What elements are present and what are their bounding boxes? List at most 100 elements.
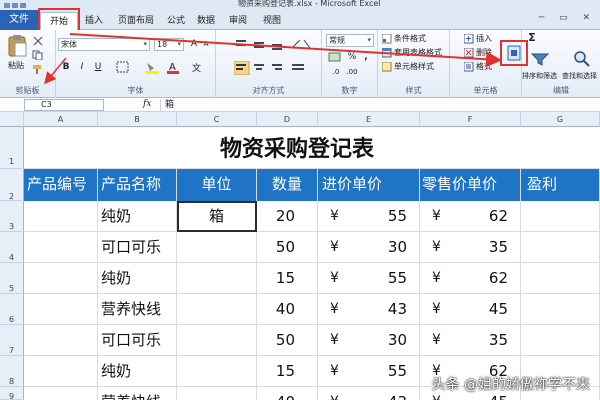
row-header-4[interactable]: 4 — [0, 232, 24, 263]
amount-value: 55 — [387, 362, 407, 380]
header-product-id[interactable]: 产品编号 — [24, 169, 98, 201]
currency-symbol: ¥ — [432, 332, 441, 348]
cell-product-id[interactable] — [24, 387, 98, 400]
cell-retail-price[interactable]: ¥62 — [420, 201, 521, 232]
formula-input[interactable]: 箱 — [160, 99, 600, 111]
column-header-e[interactable]: E — [318, 112, 420, 127]
column-header-g[interactable]: G — [521, 112, 600, 127]
currency-symbol: ¥ — [432, 239, 441, 255]
cell-product-id[interactable] — [24, 263, 98, 294]
cell-quantity[interactable]: 50 — [257, 232, 318, 263]
column-header-a[interactable]: A — [24, 112, 98, 127]
cell-cost-price[interactable]: ¥30 — [318, 325, 420, 356]
cell-product-name[interactable]: 可口可乐 — [98, 325, 177, 356]
column-header-b[interactable]: B — [98, 112, 177, 127]
row-header-1[interactable]: 1 — [0, 127, 24, 169]
cell-cost-price[interactable]: ¥30 — [318, 232, 420, 263]
cell-quantity[interactable]: 15 — [257, 263, 318, 294]
amount-value: 62 — [488, 269, 508, 287]
cell-product-id[interactable] — [24, 294, 98, 325]
column-header-d[interactable]: D — [257, 112, 318, 127]
cell-cost-price[interactable]: ¥43 — [318, 387, 420, 400]
row-header-6[interactable]: 6 — [0, 294, 24, 325]
header-unit[interactable]: 单位 — [177, 169, 257, 201]
cell-unit[interactable] — [177, 356, 257, 387]
row-header-3[interactable]: 3 — [0, 201, 24, 232]
format-button-icon[interactable] — [507, 45, 521, 61]
row-header-5[interactable]: 5 — [0, 263, 24, 294]
currency-symbol: ¥ — [330, 270, 339, 286]
cell-product-id[interactable] — [24, 232, 98, 263]
column-header-f[interactable]: F — [420, 112, 521, 127]
currency-symbol: ¥ — [330, 208, 339, 224]
cell-quantity[interactable]: 15 — [257, 356, 318, 387]
cell-retail-price[interactable]: ¥45 — [420, 294, 521, 325]
amount-value: 43 — [387, 300, 407, 318]
currency-symbol: ¥ — [330, 363, 339, 379]
row-header-7[interactable]: 7 — [0, 325, 24, 356]
column-header-c[interactable]: C — [177, 112, 257, 127]
cell-profit[interactable] — [521, 294, 600, 325]
cell-product-name[interactable]: 纯奶 — [98, 263, 177, 294]
cell-quantity[interactable]: 50 — [257, 325, 318, 356]
row-header-8[interactable]: 8 — [0, 356, 24, 387]
cell-quantity[interactable]: 40 — [257, 294, 318, 325]
currency-symbol: ¥ — [330, 301, 339, 317]
cell-quantity[interactable]: 20 — [257, 201, 318, 232]
cell-product-id[interactable] — [24, 356, 98, 387]
cell-cost-price[interactable]: ¥43 — [318, 294, 420, 325]
cell-product-name[interactable]: 纯奶 — [98, 201, 177, 232]
cell-product-id[interactable] — [24, 201, 98, 232]
cell-product-name[interactable]: 纯奶 — [98, 356, 177, 387]
cell-unit[interactable]: 箱 — [177, 201, 257, 232]
cell-retail-price[interactable]: ¥35 — [420, 325, 521, 356]
column-header-row: A B C D E F G — [0, 112, 600, 127]
amount-value: 43 — [388, 387, 407, 400]
cell-unit[interactable] — [177, 232, 257, 263]
cell-unit[interactable] — [177, 387, 257, 400]
cell-unit[interactable] — [177, 294, 257, 325]
header-product-name[interactable]: 产品名称 — [98, 169, 177, 201]
amount-value: 35 — [488, 331, 508, 349]
fx-icon[interactable]: fx — [143, 99, 151, 109]
amount-value: 45 — [488, 300, 508, 318]
watermark: 头条 @姐的娇傲祢学不来 — [431, 377, 590, 393]
cell-quantity[interactable]: 40 — [257, 387, 318, 400]
select-all-corner[interactable] — [0, 112, 24, 127]
cell-unit[interactable] — [177, 325, 257, 356]
cell-retail-price[interactable]: ¥62 — [420, 263, 521, 294]
cell-cost-price[interactable]: ¥55 — [318, 201, 420, 232]
formula-bar: C3 fx 箱 — [0, 98, 600, 112]
cell-profit[interactable] — [521, 263, 600, 294]
cell-retail-price[interactable]: ¥35 — [420, 232, 521, 263]
cell-product-id[interactable] — [24, 325, 98, 356]
amount-value: 55 — [387, 207, 407, 225]
amount-value: 30 — [387, 331, 407, 349]
name-box[interactable]: C3 — [24, 99, 104, 111]
amount-value: 30 — [387, 238, 407, 256]
cell-product-name[interactable]: 可口可乐 — [98, 232, 177, 263]
currency-symbol: ¥ — [330, 387, 339, 400]
cell-cost-price[interactable]: ¥55 — [318, 263, 420, 294]
row-header-2[interactable]: 2 — [0, 169, 24, 201]
sheet-title[interactable]: 物资采购登记表 — [24, 131, 570, 165]
cell-profit[interactable] — [521, 325, 600, 356]
row-header-9[interactable]: 9 — [0, 387, 24, 400]
cell-profit[interactable] — [521, 201, 600, 232]
currency-symbol: ¥ — [432, 301, 441, 317]
header-retail-price[interactable]: 零售价单价 — [420, 169, 521, 201]
cell-cost-price[interactable]: ¥55 — [318, 356, 420, 387]
cell-product-name[interactable]: 营养快线 — [98, 387, 177, 400]
amount-value: 62 — [488, 207, 508, 225]
amount-value: 35 — [488, 238, 508, 256]
cell-product-name[interactable]: 营养快线 — [98, 294, 177, 325]
currency-symbol: ¥ — [330, 332, 339, 348]
cell-unit[interactable] — [177, 263, 257, 294]
header-profit[interactable]: 盈利 — [521, 169, 600, 201]
amount-value: 55 — [387, 269, 407, 287]
header-cost-price[interactable]: 进价单价 — [318, 169, 420, 201]
header-quantity[interactable]: 数量 — [257, 169, 318, 201]
currency-symbol: ¥ — [432, 270, 441, 286]
cell-profit[interactable] — [521, 232, 600, 263]
currency-symbol: ¥ — [432, 208, 441, 224]
